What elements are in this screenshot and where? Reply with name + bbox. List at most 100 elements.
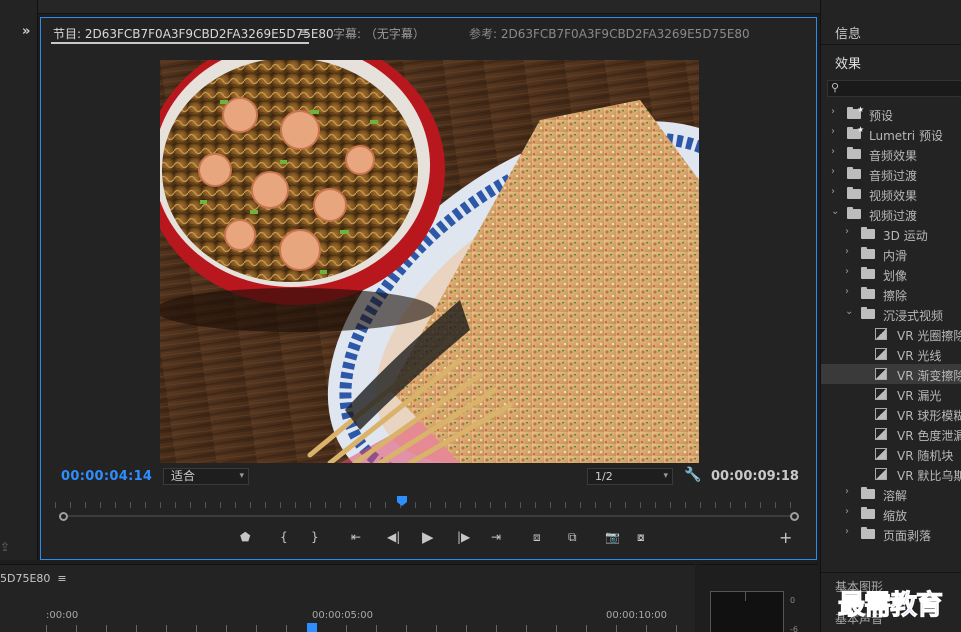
effect-folder[interactable]: › ★ 预设 [821,104,961,124]
folder-icon [847,187,861,199]
meter-scale-0: 0 [790,596,796,605]
effect-item[interactable]: VR 光圈擦除 [821,324,961,344]
export-frame-camera-icon[interactable]: 📷 [605,530,620,544]
effect-folder[interactable]: › 视频效果 [821,184,961,204]
effect-folder[interactable]: › 划像 [821,264,961,284]
chevron-down-icon[interactable]: ⌄ [845,306,853,317]
effects-search-input[interactable]: ⚲ [827,80,961,97]
chevron-right-icon[interactable]: › [831,146,835,157]
folder-icon [861,487,875,499]
time-ruler[interactable] [55,496,803,510]
zoom-level-value: 适合 [171,469,196,483]
left-panel-strip: » ⇪ [0,0,38,560]
program-monitor: 节目: 2D63FCB7F0A3F9CBD2FA3269E5D75E80 ≡ 字… [40,17,817,560]
extract-icon[interactable]: ⧉ [568,530,577,545]
lift-icon[interactable]: ⧈ [533,530,541,545]
tab-program[interactable]: 节目: 2D63FCB7F0A3F9CBD2FA3269E5D75E80 [53,25,334,42]
expand-panels-icon[interactable]: » [22,24,30,39]
ruler-ticks [55,502,803,508]
effect-item[interactable]: VR 色度泄漏 [821,424,961,444]
food-image [160,60,699,463]
divider [821,572,961,573]
timeline-ruler[interactable] [46,625,686,632]
go-to-in-icon[interactable]: ⇤ [351,530,361,544]
folder-icon [861,507,875,519]
timeline-tc-5: 00:00:05:00 [312,610,374,621]
star-icon: ★ [857,125,865,134]
compare-view-icon[interactable]: ⧇ [637,530,645,545]
effect-label: 沉浸式视频 [883,309,944,323]
chevron-right-icon[interactable]: › [845,506,849,517]
effect-folder[interactable]: › 音频效果 [821,144,961,164]
settings-wrench-icon[interactable]: 🔧 [684,467,701,483]
effect-folder[interactable]: › 缩放 [821,504,961,524]
chevron-right-icon[interactable]: › [845,266,849,277]
video-frame[interactable] [160,60,699,463]
chevron-right-icon[interactable]: › [831,126,835,137]
timeline-playhead[interactable] [307,623,317,632]
sequence-name: 5D75E80 [0,572,51,585]
effect-folder[interactable]: ⌄ 视频过渡 [821,204,961,224]
effect-item[interactable]: VR 球形模糊 [821,404,961,424]
effect-folder[interactable]: ⌄ 沉浸式视频 [821,304,961,324]
effect-item[interactable]: VR 漏光 [821,384,961,404]
tab-effects[interactable]: 效果 [835,53,861,72]
effect-item[interactable]: VR 渐变擦除 [821,364,961,384]
effect-label: VR 球形模糊 [897,409,961,423]
chevron-right-icon[interactable]: › [845,286,849,297]
preset-folder-icon: ★ [847,105,864,119]
folder-icon [861,287,875,299]
panel-menu-icon[interactable]: ≡ [57,572,66,585]
chevron-right-icon[interactable]: › [845,246,849,257]
chevron-right-icon[interactable]: › [845,526,849,537]
effect-folder[interactable]: › 音频过渡 [821,164,961,184]
effect-label: 页面剥落 [883,529,932,543]
sequence-tab[interactable]: 5D75E80 ≡ [0,572,67,585]
mark-out-icon[interactable]: } [311,530,319,544]
effect-folder[interactable]: › 擦除 [821,284,961,304]
duration-timecode: 00:00:09:18 [711,469,799,484]
effect-label: 音频过渡 [869,169,918,183]
current-timecode[interactable]: 00:00:04:14 [61,469,152,484]
effect-label: Lumetri 预设 [869,129,943,143]
play-icon[interactable]: ▶ [422,528,434,546]
scroll-handle-right[interactable] [790,512,799,521]
active-tab-underline [51,42,309,44]
effect-label: 视频过渡 [869,209,918,223]
chevron-right-icon[interactable]: › [845,226,849,237]
chevron-right-icon[interactable]: › [845,486,849,497]
step-back-icon[interactable]: ◀| [387,530,400,544]
mark-in-icon[interactable]: { [280,530,288,544]
effect-item[interactable]: VR 随机块 [821,444,961,464]
step-forward-icon[interactable]: |▶ [457,530,470,544]
scroll-handle-left[interactable] [59,512,68,521]
chevron-right-icon[interactable]: › [831,166,835,177]
audio-meter: 0 -6 [697,564,818,632]
add-marker-icon[interactable]: ⬟ [240,530,250,544]
go-to-out-icon[interactable]: ⇥ [491,530,501,544]
tab-captions[interactable]: 字幕: （无字幕） [333,25,425,42]
playback-resolution-select[interactable]: 1/2 ▾ [587,468,673,485]
effect-item[interactable]: VR 默比乌斯 [821,464,961,484]
effect-folder[interactable]: › 溶解 [821,484,961,504]
effect-folder[interactable]: › 3D 运动 [821,224,961,244]
panel-menu-icon[interactable]: ≡ [299,25,309,39]
button-editor-plus-icon[interactable]: + [779,528,792,547]
effect-folder[interactable]: › 页面剥落 [821,524,961,544]
chevron-right-icon[interactable]: › [831,186,835,197]
chevron-down-icon[interactable]: ⌄ [831,206,839,217]
effect-item[interactable]: VR 光线 [821,344,961,364]
top-bar [38,0,820,14]
tab-info[interactable]: 信息 [835,23,861,42]
zoom-level-select[interactable]: 适合 ▾ [163,468,249,485]
effect-folder[interactable]: › 内滑 [821,244,961,264]
scroll-track [65,515,793,517]
export-frame-icon[interactable]: ⇪ [0,540,10,554]
tab-reference[interactable]: 参考: 2D63FCB7F0A3F9CBD2FA3269E5D75E80 [469,25,750,42]
effect-label: VR 随机块 [897,449,954,463]
effect-label: 擦除 [883,289,908,303]
effect-folder[interactable]: › ★ Lumetri 预设 [821,124,961,144]
chevron-right-icon[interactable]: › [831,106,835,117]
zoom-scroll-bar[interactable] [59,512,799,521]
monitor-tab-bar: 节目: 2D63FCB7F0A3F9CBD2FA3269E5D75E80 ≡ 字… [41,18,816,46]
